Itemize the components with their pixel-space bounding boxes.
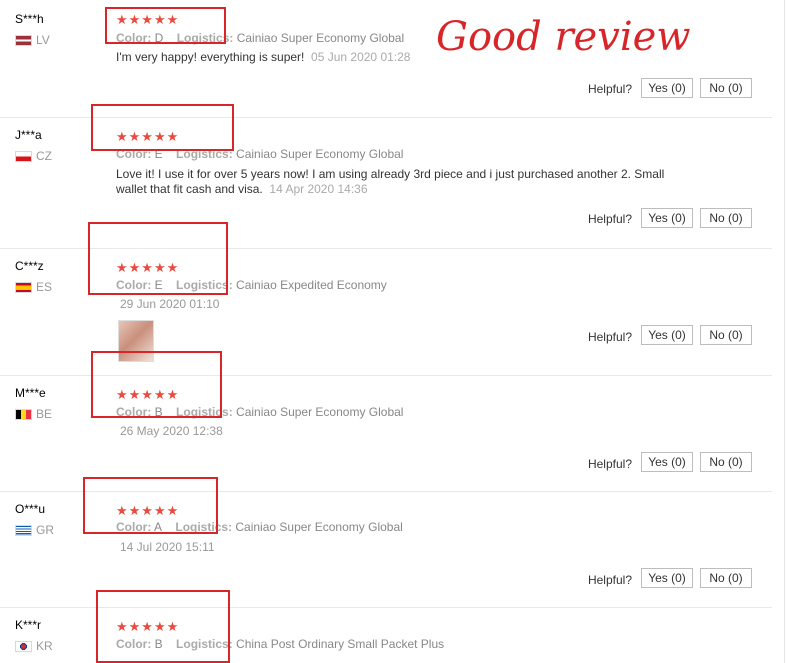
reviewer-country: CZ — [15, 149, 52, 163]
country-code: BE — [36, 407, 53, 421]
helpful-yes-button[interactable]: Yes (0) — [641, 568, 693, 588]
highlight-box — [88, 222, 228, 295]
reviewer-name: M***e — [15, 386, 46, 400]
review-date: 05 Jun 2020 01:28 — [311, 50, 411, 64]
logistics-value: Cainiao Super Economy Global — [236, 31, 405, 45]
south-korea-flag-icon — [15, 640, 32, 652]
greece-flag-icon — [15, 524, 32, 536]
highlight-box — [83, 477, 218, 534]
country-code: GR — [36, 523, 54, 537]
reviewer-country: GR — [15, 523, 54, 537]
logistics-value: Cainiao Expedited Economy — [236, 278, 387, 292]
helpful-label: Helpful? — [587, 82, 632, 96]
reviewer-name: S***h — [15, 12, 44, 26]
review-date: 29 Jun 2020 01:10 — [120, 297, 220, 311]
helpful-no-button[interactable]: No (0) — [700, 568, 752, 588]
reviewer-country: KR — [15, 639, 53, 653]
helpful-no-button[interactable]: No (0) — [700, 452, 752, 472]
review-date: 14 Jul 2020 15:11 — [120, 540, 215, 554]
helpful-label: Helpful? — [587, 573, 632, 587]
reviewer-country: BE — [15, 407, 52, 421]
logistics-value: China Post Ordinary Small Packet Plus — [236, 637, 445, 651]
reviewer-name: K***r — [15, 618, 42, 632]
reviewer-country: ES — [15, 280, 52, 294]
spain-flag-icon — [15, 281, 32, 293]
helpful-no-button[interactable]: No (0) — [700, 208, 752, 228]
highlight-box — [105, 7, 226, 44]
review-text: Love it! I use it for over 5 years now! … — [116, 167, 716, 197]
country-code: KR — [36, 639, 53, 653]
reviewer-country: LV — [15, 33, 50, 47]
logistics-value: Cainiao Super Economy Global — [236, 147, 404, 161]
helpful-yes-button[interactable]: Yes (0) — [641, 452, 693, 472]
review-date: 14 Apr 2020 14:36 — [269, 182, 368, 196]
reviewer-name: J***a — [15, 128, 42, 142]
belgium-flag-icon — [15, 408, 32, 420]
helpful-no-button[interactable]: No (0) — [700, 325, 752, 345]
czech-flag-icon — [15, 150, 32, 162]
country-code: CZ — [36, 149, 52, 163]
logistics-value: Cainiao Super Economy Global — [236, 405, 404, 419]
helpful-yes-button[interactable]: Yes (0) — [641, 208, 693, 228]
reviewer-name: O***u — [15, 502, 46, 516]
highlight-box — [91, 104, 234, 151]
review-body: I'm very happy! everything is super! — [116, 50, 305, 64]
helpful-label: Helpful? — [587, 212, 632, 226]
review-body-cont: wallet that fit cash and visa. — [116, 182, 263, 196]
highlight-box — [91, 351, 222, 418]
logistics-value: Cainiao Super Economy Global — [235, 520, 403, 534]
helpful-label: Helpful? — [587, 457, 632, 471]
highlight-box — [96, 590, 230, 663]
country-code: LV — [36, 33, 50, 47]
reviewer-name: C***z — [15, 259, 44, 273]
helpful-yes-button[interactable]: Yes (0) — [641, 78, 693, 98]
review-body: Love it! I use it for over 5 years now! … — [116, 167, 665, 181]
country-code: ES — [36, 280, 53, 294]
review-date: 26 May 2020 12:38 — [120, 424, 223, 438]
helpful-yes-button[interactable]: Yes (0) — [641, 325, 693, 345]
helpful-label: Helpful? — [587, 330, 632, 344]
review-text: I'm very happy! everything is super! 05 … — [116, 50, 716, 65]
helpful-no-button[interactable]: No (0) — [700, 78, 752, 98]
latvia-flag-icon — [15, 34, 32, 46]
